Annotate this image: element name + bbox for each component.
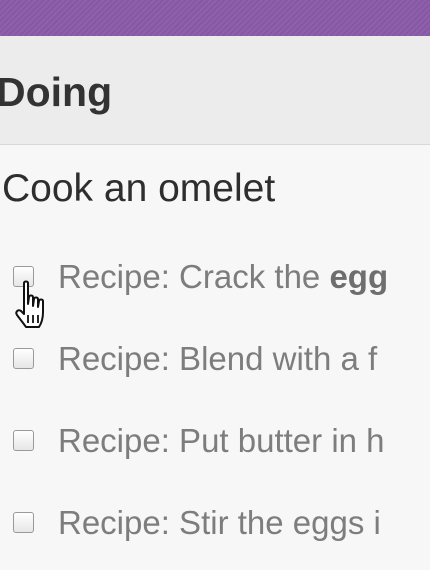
task-checkbox[interactable] [13,348,34,369]
task-label[interactable]: Recipe: Stir the eggs i [58,500,381,546]
column-title: Doing [0,69,113,115]
task-item[interactable]: Recipe: Stir the eggs i [0,500,430,548]
task-checkbox[interactable] [13,266,34,287]
task-label[interactable]: Recipe: Put butter in h [58,418,385,464]
card-title[interactable]: Cook an omelet [2,165,275,213]
task-item[interactable]: Recipe: Blend with a f [0,336,430,384]
task-checkbox[interactable] [13,512,34,533]
top-bar [0,0,430,36]
task-checkbox[interactable] [13,430,34,451]
task-label[interactable]: Recipe: Crack the egg [58,254,388,300]
task-item[interactable]: Recipe: Crack the egg [0,254,430,302]
task-item[interactable]: Recipe: Put butter in h [0,418,430,466]
card[interactable]: Cook an omelet Recipe: Crack the egg Rec… [0,145,430,570]
task-label[interactable]: Recipe: Blend with a f [58,336,377,382]
